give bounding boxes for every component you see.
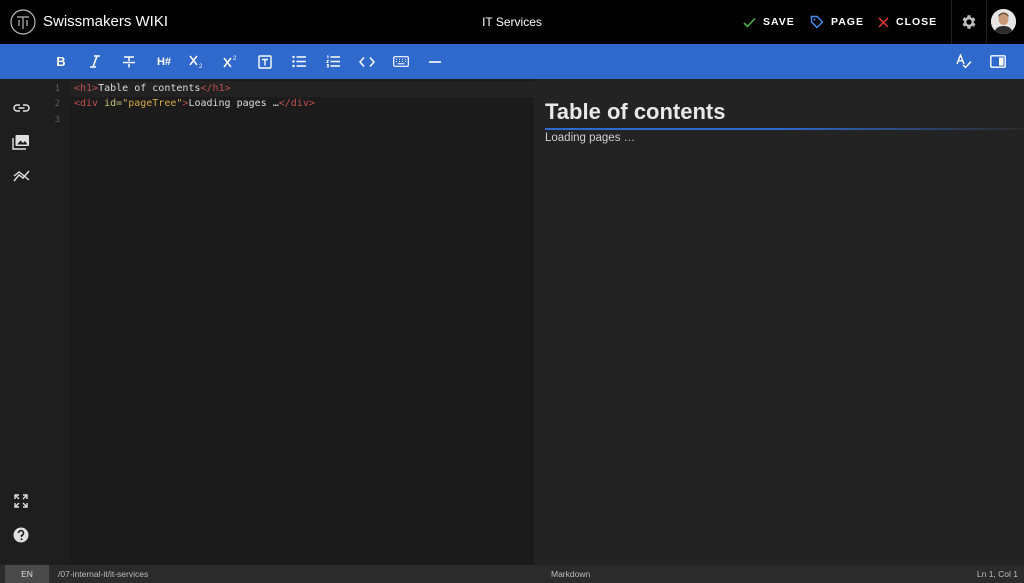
avatar-image-icon <box>991 9 1016 34</box>
images-icon <box>12 135 29 150</box>
heading-button[interactable]: H# <box>153 52 175 71</box>
chart-line-icon <box>12 170 30 182</box>
editor-side-rail <box>0 79 42 565</box>
code-line-1[interactable]: <h1>Table of contents</h1> <box>74 83 231 94</box>
bold-button[interactable]: B <box>51 52 71 71</box>
preview-heading-rule <box>545 128 1024 130</box>
close-icon <box>878 16 889 28</box>
horizontal-rule-icon <box>429 60 441 63</box>
strikethrough-icon <box>123 55 135 67</box>
code-tag: <h1> <box>74 83 99 94</box>
fullscreen-icon <box>14 494 28 508</box>
code-icon <box>359 56 375 67</box>
save-button[interactable]: SAVE <box>743 14 795 30</box>
keyboard-icon <box>393 56 409 67</box>
code-line-2[interactable]: <div id="pageTree">Loading pages …</div> <box>74 98 315 109</box>
code-string: "pageTree" <box>122 98 183 109</box>
bullet-list-button[interactable] <box>289 52 309 71</box>
superscript-icon: 2 <box>223 56 237 68</box>
insert-media-button[interactable] <box>11 132 31 152</box>
numbered-list-icon <box>325 55 340 68</box>
preview-text: Loading pages … <box>545 132 636 144</box>
gear-icon[interactable] <box>960 13 978 31</box>
markdown-toolbar: B H# 2 2 <box>0 44 1024 79</box>
code-attribute: id= <box>98 98 123 109</box>
code-editor[interactable]: <h1>Table of contents</h1> <div id="page… <box>70 79 534 565</box>
text-box-button[interactable] <box>255 52 275 71</box>
subscript-button[interactable]: 2 <box>187 52 207 71</box>
italic-icon <box>90 55 100 68</box>
line-number: 3 <box>54 115 60 125</box>
bullet-list-icon <box>291 55 306 68</box>
check-icon <box>743 17 756 28</box>
code-tag: </h1> <box>200 83 231 94</box>
header-divider <box>951 0 952 44</box>
fullscreen-button[interactable] <box>11 491 31 511</box>
numbered-list-button[interactable] <box>323 52 343 71</box>
bold-icon: B <box>56 54 66 69</box>
code-button[interactable] <box>357 52 377 71</box>
code-text: Table of contents <box>98 83 201 94</box>
heading-icon: H# <box>156 55 172 68</box>
line-number: 2 <box>54 99 60 109</box>
tag-icon <box>810 15 824 29</box>
preview-pane: Table of contents Loading pages … <box>534 79 1024 565</box>
spellcheck-button[interactable] <box>954 52 974 71</box>
close-label: CLOSE <box>896 16 938 28</box>
help-icon <box>13 527 29 543</box>
page-path: /07-internal-it/it-services <box>58 569 149 579</box>
help-button[interactable] <box>11 525 31 545</box>
code-tag: </div> <box>278 98 315 109</box>
text-box-icon <box>258 54 272 69</box>
line-number-gutter: 1 2 3 <box>42 79 70 565</box>
code-tag: <div <box>74 98 99 109</box>
horizontal-rule-button[interactable] <box>425 52 445 71</box>
app-header: Swissmakers WIKI IT Services SAVE PAGE C… <box>0 0 1024 44</box>
close-button[interactable]: CLOSE <box>878 14 937 30</box>
language-badge[interactable]: EN <box>5 565 49 583</box>
insert-diagram-button[interactable] <box>11 166 31 186</box>
app-title[interactable]: Swissmakers WIKI <box>43 13 168 30</box>
strikethrough-button[interactable] <box>119 52 139 71</box>
svg-text:2: 2 <box>199 64 203 69</box>
insert-link-button[interactable] <box>11 98 31 118</box>
toggle-preview-button[interactable] <box>988 52 1008 71</box>
line-number: 1 <box>54 84 60 94</box>
status-bar: EN /07-internal-it/it-services Markdown … <box>0 565 1024 583</box>
page-properties-button[interactable]: PAGE <box>810 14 864 30</box>
swissmakers-logo-icon[interactable] <box>10 9 36 35</box>
user-avatar[interactable] <box>991 9 1016 34</box>
italic-button[interactable] <box>85 52 105 71</box>
link-icon <box>12 104 30 112</box>
preview-heading: Table of contents <box>545 99 726 124</box>
code-text: Loading pages … <box>188 98 279 109</box>
subscript-icon: 2 <box>189 55 203 69</box>
preview-pane-icon <box>990 55 1006 68</box>
cursor-position: Ln 1, Col 1 <box>976 569 1018 579</box>
editor-mode: Markdown <box>551 569 591 579</box>
save-label: SAVE <box>763 16 795 28</box>
keyboard-key-button[interactable] <box>391 52 411 71</box>
superscript-button[interactable]: 2 <box>221 52 241 71</box>
spellcheck-icon <box>956 54 972 69</box>
svg-text:2: 2 <box>233 56 237 62</box>
page-label: PAGE <box>831 16 864 28</box>
header-divider-2 <box>986 0 987 44</box>
